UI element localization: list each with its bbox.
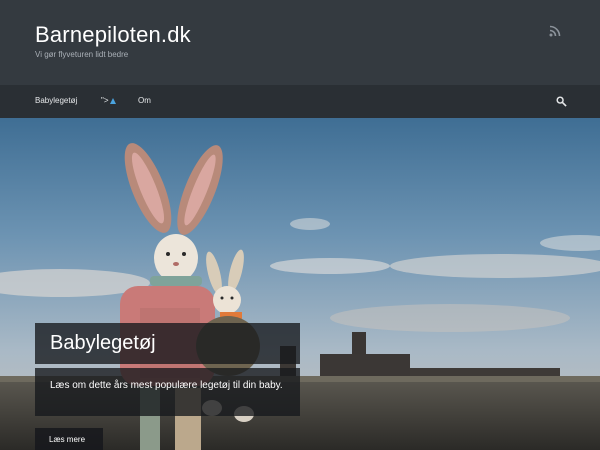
hero-caption-text: Læs om dette års mest populære legetøj t… — [50, 380, 283, 391]
main-nav: Babylegetøj "> Om — [0, 85, 600, 118]
read-more-button[interactable]: Læs mere — [35, 428, 103, 450]
warning-triangle-icon — [109, 98, 116, 104]
nav-item-om[interactable]: Om — [138, 96, 151, 105]
rss-icon[interactable] — [549, 25, 561, 37]
hero-caption-title[interactable]: Babylegetøj — [50, 332, 156, 355]
site-header: Barnepiloten.dk Vi gør flyveturen lidt b… — [0, 0, 600, 85]
hero-caption-text-box: Læs om dette års mest populære legetøj t… — [35, 368, 300, 416]
site-tagline: Vi gør flyveturen lidt bedre — [35, 50, 129, 59]
search-icon[interactable] — [556, 96, 567, 107]
read-more-label: Læs mere — [49, 435, 86, 444]
nav-item-label: Om — [138, 96, 151, 105]
nav-item-babylegetoj[interactable]: Babylegetøj — [35, 96, 77, 105]
nav-item-label: Babylegetøj — [35, 96, 78, 105]
hero-caption-title-box: Babylegetøj — [35, 323, 300, 364]
site-title[interactable]: Barnepiloten.dk — [35, 22, 191, 48]
nav-item-label: "> — [101, 96, 109, 105]
nav-item-broken-link[interactable]: "> — [101, 96, 116, 105]
